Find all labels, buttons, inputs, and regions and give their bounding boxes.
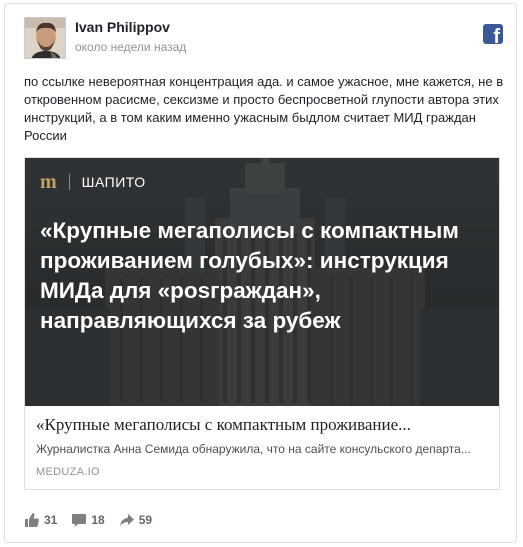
- author-name[interactable]: Ivan Philippov: [75, 19, 170, 35]
- link-domain: MEDUZA.IO: [36, 466, 100, 478]
- post-timestamp[interactable]: около недели назад: [75, 40, 186, 54]
- avatar-photo: [25, 18, 65, 58]
- avatar[interactable]: [24, 17, 66, 59]
- rubric-label: ШАПИТО: [81, 174, 146, 190]
- comment-count-button[interactable]: 18: [71, 512, 105, 528]
- meduza-rubric: m ШАПИТО: [40, 172, 146, 192]
- hero-headline: «Крупные мегаполисы с компактным прожива…: [40, 218, 459, 333]
- post-text: по ссылке невероятная концентрация ада. …: [24, 74, 504, 143]
- like-count: 31: [44, 513, 58, 527]
- link-hero-image[interactable]: m ШАПИТО «Крупные мегаполисы с компактны…: [25, 158, 499, 406]
- like-count-button[interactable]: 31: [24, 512, 57, 528]
- link-preview[interactable]: m ШАПИТО «Крупные мегаполисы с компактны…: [24, 157, 500, 490]
- brand-divider: [68, 174, 70, 190]
- comment-count: 18: [91, 513, 105, 527]
- speech-bubble-icon: [72, 514, 87, 527]
- post-card: Ivan Philippov около недели назад f по с…: [4, 3, 517, 543]
- link-title[interactable]: «Крупные мегаполисы с компактным прожива…: [36, 415, 488, 435]
- link-description: Журналистка Анна Семида обнаружила, что …: [36, 442, 471, 456]
- share-count-button[interactable]: 59: [119, 512, 152, 528]
- thumbs-up-icon: [25, 513, 39, 527]
- share-arrow-icon: [119, 514, 134, 526]
- share-count: 59: [138, 513, 153, 527]
- facebook-logo-icon[interactable]: f: [483, 24, 503, 44]
- post-stats: 31 18 59: [24, 512, 166, 528]
- meduza-logo-icon: m: [40, 171, 57, 193]
